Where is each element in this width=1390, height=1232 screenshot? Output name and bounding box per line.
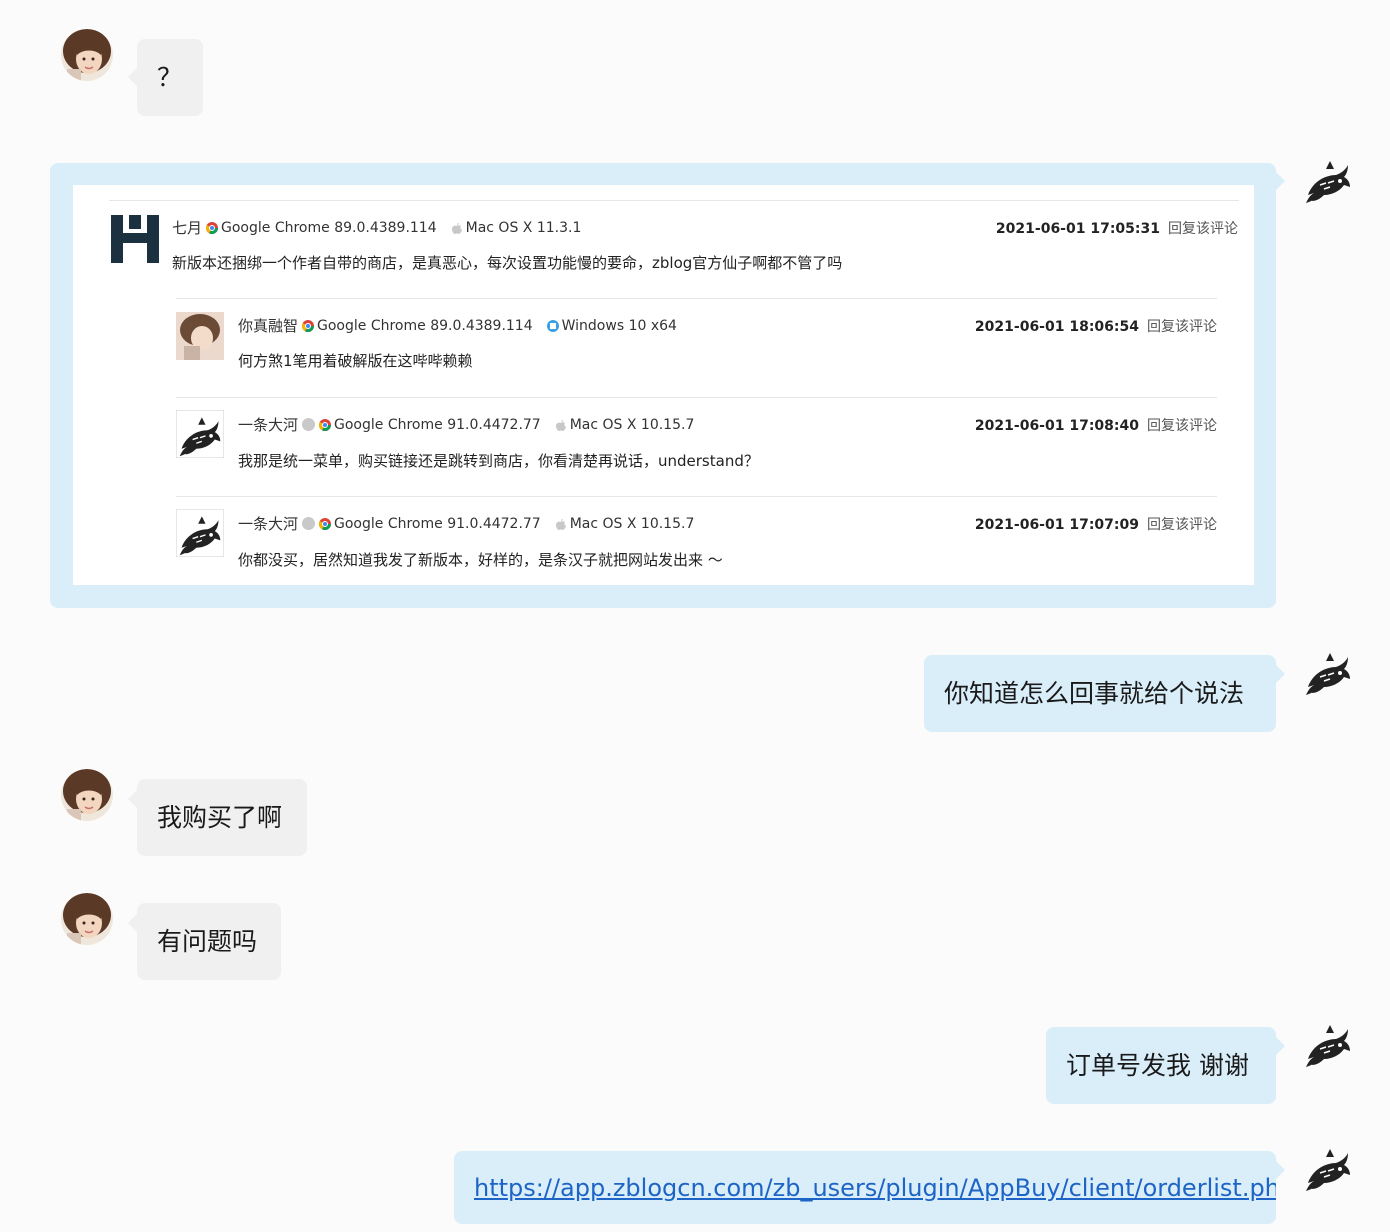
apple-icon [555,419,566,431]
comment-author[interactable]: 一条大河 [238,414,298,435]
user-avatar[interactable] [61,29,113,81]
user-avatar-photo-icon [176,312,224,360]
comment-meta: 2021-06-01 17:05:31 回复该评论 [996,218,1238,238]
reply-link[interactable]: 回复该评论 [1147,517,1217,533]
message-bubble[interactable]: 订单号发我 谢谢 [1046,1027,1276,1104]
chrome-icon [319,517,332,530]
comment-text: 我那是统一菜单，购买链接还是跳转到商店，你看清楚再说话，understand？ [238,452,759,470]
comment-os: Windows 10 x64 [561,317,677,334]
comment-browser: Google Chrome 91.0.4472.77 [334,416,541,433]
chrome-icon [319,418,332,431]
fish-avatar-icon [1305,652,1351,696]
bubble-tail [1276,1037,1285,1055]
message-bubble[interactable]: ？ [137,39,203,116]
comment-date: 2021-06-01 18:06:54 [974,319,1139,335]
fish-avatar-icon [1305,1024,1351,1068]
user-avatar-photo-icon [61,893,113,945]
comment-author[interactable]: 你真融智 [238,315,298,336]
bubble-tail [1276,172,1285,190]
bubble-tail [128,790,137,808]
reply-link[interactable]: 回复该评论 [1147,319,1217,335]
comment-header: 一条大河 Google Chrome 91.0.4472.77 Mac OS X… [238,414,694,435]
divider [176,496,1217,497]
comment-meta: 2021-06-01 17:08:40 回复该评论 [975,415,1217,435]
windows-icon [546,319,559,332]
comment-text: 何方煞1笔用着破解版在这哔哔赖赖 [238,352,473,370]
divider [109,200,1239,201]
comment-date: 2021-06-01 17:08:40 [974,418,1139,434]
message-bubble[interactable]: https://app.zblogcn.com/zb_users/plugin/… [454,1151,1276,1224]
comment-browser: Google Chrome 89.0.4389.114 [221,219,437,236]
comment-os: Mac OS X 10.15.7 [569,416,695,433]
message-bubble[interactable]: 我购买了啊 [137,779,307,856]
comment-text: 你都没买，居然知道我发了新版本，好样的，是条汉子就把网站发出来 ～ [238,551,723,569]
comment-meta: 2021-06-01 18:06:54 回复该评论 [975,316,1217,336]
message-text: 我购买了啊 [157,803,283,832]
verified-icon [302,517,316,530]
message-text: ？ [157,63,183,92]
comment-date: 2021-06-01 17:07:09 [974,517,1139,533]
apple-icon [555,518,566,530]
comment-header: 一条大河 Google Chrome 91.0.4472.77 Mac OS X… [238,513,694,534]
message-bubble[interactable]: 你知道怎么回事就给个说法 [924,655,1276,732]
bubble-tail [128,68,137,86]
comment-os: Mac OS X 10.15.7 [569,515,695,532]
bubble-tail [128,914,137,932]
comment-browser: Google Chrome 89.0.4389.114 [317,317,533,334]
chrome-icon [302,319,315,332]
comment-date: 2021-06-01 17:05:31 [995,221,1160,237]
message-text: 有问题吗 [157,927,258,956]
order-list-link[interactable]: https://app.zblogcn.com/zb_users/plugin/… [474,1176,1276,1200]
reply-link[interactable]: 回复该评论 [1147,418,1217,434]
message-bubble[interactable]: 有问题吗 [137,903,281,980]
fish-avatar-icon [176,509,224,557]
user-avatar[interactable] [61,769,113,821]
comment-browser: Google Chrome 91.0.4472.77 [334,515,541,532]
fish-avatar[interactable] [1302,1141,1354,1193]
comment-header: 七月 Google Chrome 89.0.4389.114 Mac OS X … [172,217,581,238]
comment-meta: 2021-06-01 17:07:09 回复该评论 [975,514,1217,534]
comment-header: 你真融智 Google Chrome 89.0.4389.114 Windows… [238,315,677,336]
fish-avatar[interactable] [1302,1017,1354,1069]
comment-author[interactable]: 七月 [172,217,202,238]
bubble-tail [1276,1161,1285,1179]
fish-avatar-icon [1305,1148,1351,1192]
apple-icon [451,222,462,234]
divider [176,298,1217,299]
fish-avatar[interactable] [1302,645,1354,697]
user-avatar[interactable] [61,893,113,945]
message-text: 你知道怎么回事就给个说法 [944,679,1245,708]
fish-avatar[interactable] [1302,153,1354,205]
divider [176,397,1217,398]
bubble-tail [1276,665,1285,683]
logo-avatar-icon [111,215,159,263]
user-avatar-photo-icon [61,769,113,821]
message-text: 订单号发我 谢谢 [1066,1051,1249,1080]
comment-os: Mac OS X 11.3.1 [465,219,582,236]
fish-avatar-icon [176,410,224,458]
verified-icon [302,418,316,431]
user-avatar-photo-icon [61,29,113,81]
comment-text: 新版本还捆绑一个作者自带的商店，是真恶心，每次设置功能慢的要命，zblog官方仙… [172,254,843,272]
comment-author[interactable]: 一条大河 [238,513,298,534]
fish-avatar-icon [1305,160,1351,204]
reply-link[interactable]: 回复该评论 [1168,221,1238,237]
chrome-icon [206,221,219,234]
comment-screenshot[interactable]: 七月 Google Chrome 89.0.4389.114 Mac OS X … [73,185,1254,585]
